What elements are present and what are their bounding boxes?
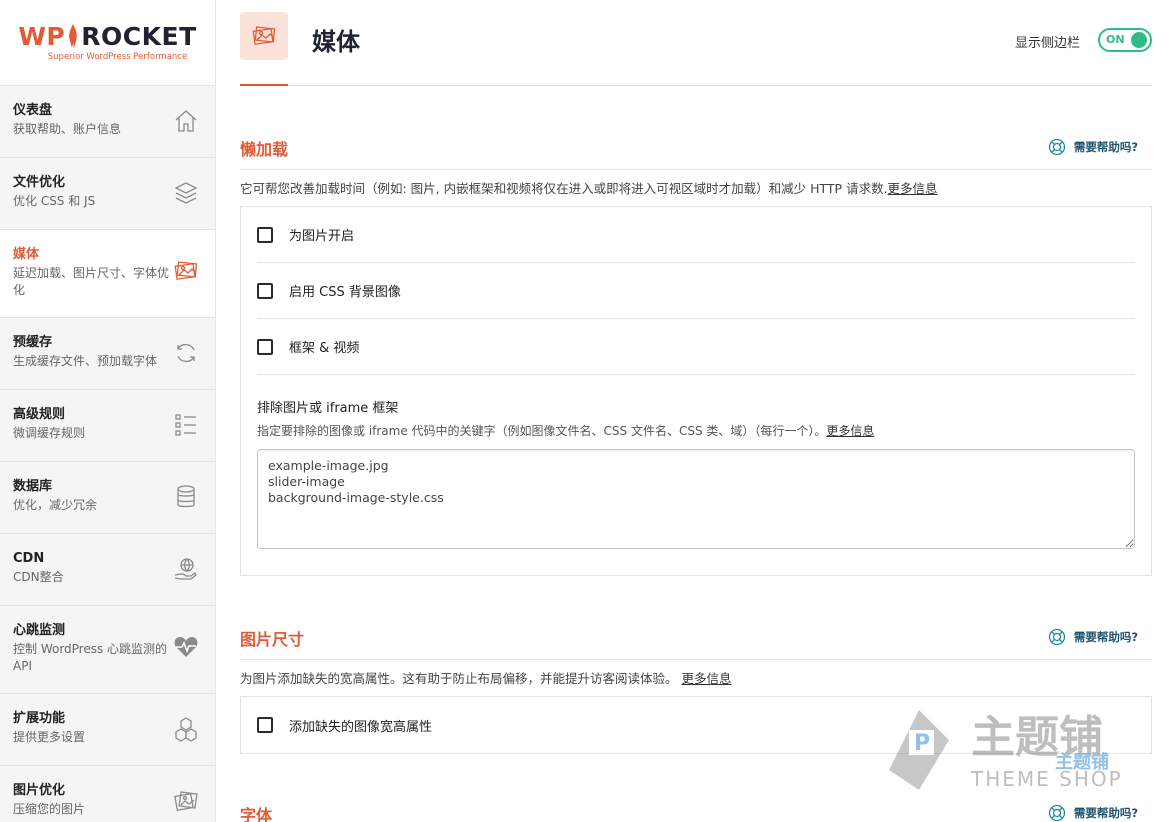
heartbeat-icon — [174, 637, 198, 657]
sidebar-item-advanced-rules[interactable]: 高级规则 微调缓存规则 — [0, 390, 215, 462]
help-link[interactable]: 需要帮助吗? — [1048, 138, 1138, 156]
page-icon-box — [240, 12, 288, 60]
section-description: 为图片添加缺失的宽高属性。这有助于防止布局偏移，并能提升访客阅读体验。 更多信息 — [240, 670, 1152, 688]
sidebar-item-heartbeat[interactable]: 心跳监测 控制 WordPress 心跳监测的 API — [0, 606, 215, 694]
lazyload-section: 懒加载 需要帮助吗? 它可帮您改善加载时间（例如: 图片, 内嵌框架和视频将仅在… — [240, 136, 1152, 576]
option-label: 框架 & 视频 — [289, 341, 360, 356]
help-label: 需要帮助吗? — [1073, 140, 1138, 154]
toggle-knob — [1131, 32, 1147, 48]
checkbox[interactable] — [257, 717, 273, 733]
list-icon — [175, 414, 196, 436]
sidebar-item-image-optimization[interactable]: 图片优化 压缩您的图片 — [0, 766, 215, 822]
watermark: P 主题铺 THEME SHOP 主题铺 — [889, 710, 1121, 791]
more-info-link[interactable]: 更多信息 — [888, 181, 938, 196]
section-title: 字体 — [240, 806, 273, 822]
svg-text:P: P — [914, 731, 930, 756]
show-sidebar-label: 显示侧边栏 — [1014, 36, 1080, 51]
sidebar-item-desc: 优化 CSS 和 JS — [13, 194, 96, 208]
page-title: 媒体 — [312, 28, 360, 56]
option-label: 为图片开启 — [289, 229, 355, 244]
images-icon — [174, 261, 198, 280]
sidebar-item-desc: CDN整合 — [13, 570, 64, 584]
option-lazyload-images[interactable]: 为图片开启 — [257, 207, 1135, 263]
lifebuoy-icon — [1048, 138, 1065, 156]
lifebuoy-icon — [1048, 804, 1065, 822]
more-info-link[interactable]: 更多信息 — [681, 671, 731, 686]
exclude-textarea[interactable] — [257, 449, 1135, 549]
show-sidebar-toggle[interactable]: ON — [1098, 28, 1152, 52]
globe-hand-icon — [174, 558, 197, 580]
exclude-description: 指定要排除的图像或 iframe 代码中的关键字（例如图像文件名、CSS 文件名… — [257, 422, 1135, 439]
fonts-section: 字体 需要帮助吗? — [240, 802, 1152, 822]
layers-icon — [174, 182, 198, 204]
sidebar-item-desc: 微调缓存规则 — [13, 426, 86, 440]
exclude-label: 排除图片或 iframe 框架 — [257, 401, 399, 416]
option-label: 添加缺失的图像宽高属性 — [289, 719, 433, 735]
main-content: 媒体 显示侧边栏 ON 懒加载 需要帮助吗? 它可帮您改善加载时间（例如: 图片… — [240, 0, 1152, 822]
toggle-state-text: ON — [1106, 33, 1125, 46]
page-header: 媒体 显示侧边栏 ON — [240, 0, 1152, 86]
sidebar-item-desc: 生成缓存文件、预加载字体 — [13, 354, 158, 368]
lazyload-options-box: 为图片开启 启用 CSS 背景图像 框架 & 视频 排除图片或 iframe 框… — [240, 206, 1152, 576]
sidebar-item-desc: 延迟加载、图片尺寸、字体优化 — [13, 266, 170, 297]
section-header: 懒加载 需要帮助吗? — [240, 136, 1152, 170]
sidebar-item-desc: 压缩您的图片 — [13, 802, 86, 816]
refresh-icon — [177, 343, 195, 363]
database-icon — [177, 485, 195, 508]
section-header: 图片尺寸 需要帮助吗? — [240, 626, 1152, 660]
exclude-field: 排除图片或 iframe 框架 指定要排除的图像或 iframe 代码中的关键字… — [257, 375, 1135, 575]
logo-wp: WP — [18, 21, 66, 51]
sidebar-item-preload[interactable]: 预缓存 生成缓存文件、预加载字体 — [0, 318, 215, 390]
sidebar-item-desc: 提供更多设置 — [13, 730, 86, 744]
watermark-small: 主题铺 — [1055, 751, 1109, 773]
images-icon — [252, 26, 276, 45]
sidebar: WP ROCKET Superior WordPress Performance… — [0, 0, 216, 822]
exclude-desc-text: 指定要排除的图像或 iframe 代码中的关键字（例如图像文件名、CSS 文件名… — [257, 424, 827, 438]
checkbox[interactable] — [257, 282, 273, 299]
section-header: 字体 需要帮助吗? — [240, 802, 1152, 822]
rocket-flame-icon — [69, 24, 78, 48]
photos-icon — [174, 791, 198, 812]
section-desc-text: 它可帮您改善加载时间（例如: 图片, 内嵌框架和视频将仅在进入或即将进入可视区域… — [240, 181, 888, 196]
checkbox[interactable] — [257, 338, 273, 355]
more-info-link[interactable]: 更多信息 — [826, 424, 874, 438]
help-label: 需要帮助吗? — [1073, 630, 1138, 644]
watermark-logo-icon: P — [889, 710, 949, 790]
help-label: 需要帮助吗? — [1073, 806, 1138, 820]
help-link[interactable]: 需要帮助吗? — [1048, 804, 1138, 822]
section-desc-text: 为图片添加缺失的宽高属性。这有助于防止布局偏移，并能提升访客阅读体验。 — [240, 671, 682, 686]
home-icon — [175, 110, 197, 132]
help-link[interactable]: 需要帮助吗? — [1048, 628, 1138, 646]
sidebar-item-addons[interactable]: 扩展功能 提供更多设置 — [0, 694, 215, 766]
logo-wordmark: WP ROCKET — [18, 24, 196, 49]
sidebar-item-desc: 获取帮助、账户信息 — [13, 122, 122, 136]
cubes-icon — [175, 717, 197, 742]
sidebar-item-database[interactable]: 数据库 优化，减少冗余 — [0, 462, 215, 534]
sidebar-item-dashboard[interactable]: 仪表盘 获取帮助、账户信息 — [0, 86, 215, 158]
logo-rocket: ROCKET — [81, 21, 197, 51]
sidebar-item-desc: 控制 WordPress 心跳监测的 API — [13, 642, 168, 673]
sidebar-item-desc: 优化，减少冗余 — [13, 498, 98, 512]
section-title: 图片尺寸 — [240, 630, 305, 649]
lifebuoy-icon — [1048, 628, 1065, 646]
option-lazyload-css-bg[interactable]: 启用 CSS 背景图像 — [257, 263, 1135, 319]
option-lazyload-iframes[interactable]: 框架 & 视频 — [257, 319, 1135, 375]
active-tab-underline — [240, 84, 288, 86]
logo[interactable]: WP ROCKET Superior WordPress Performance — [0, 0, 215, 86]
checkbox[interactable] — [257, 226, 273, 243]
option-label: 启用 CSS 背景图像 — [289, 285, 401, 300]
section-description: 它可帮您改善加载时间（例如: 图片, 内嵌框架和视频将仅在进入或即将进入可视区域… — [240, 180, 1152, 198]
sidebar-item-file-optimization[interactable]: 文件优化 优化 CSS 和 JS — [0, 158, 215, 230]
sidebar-item-media[interactable]: 媒体 延迟加载、图片尺寸、字体优化 — [0, 230, 215, 318]
section-title: 懒加载 — [240, 140, 289, 159]
sidebar-item-cdn[interactable]: CDN CDN整合 — [0, 534, 215, 606]
logo-tagline: Superior WordPress Performance — [47, 51, 188, 62]
